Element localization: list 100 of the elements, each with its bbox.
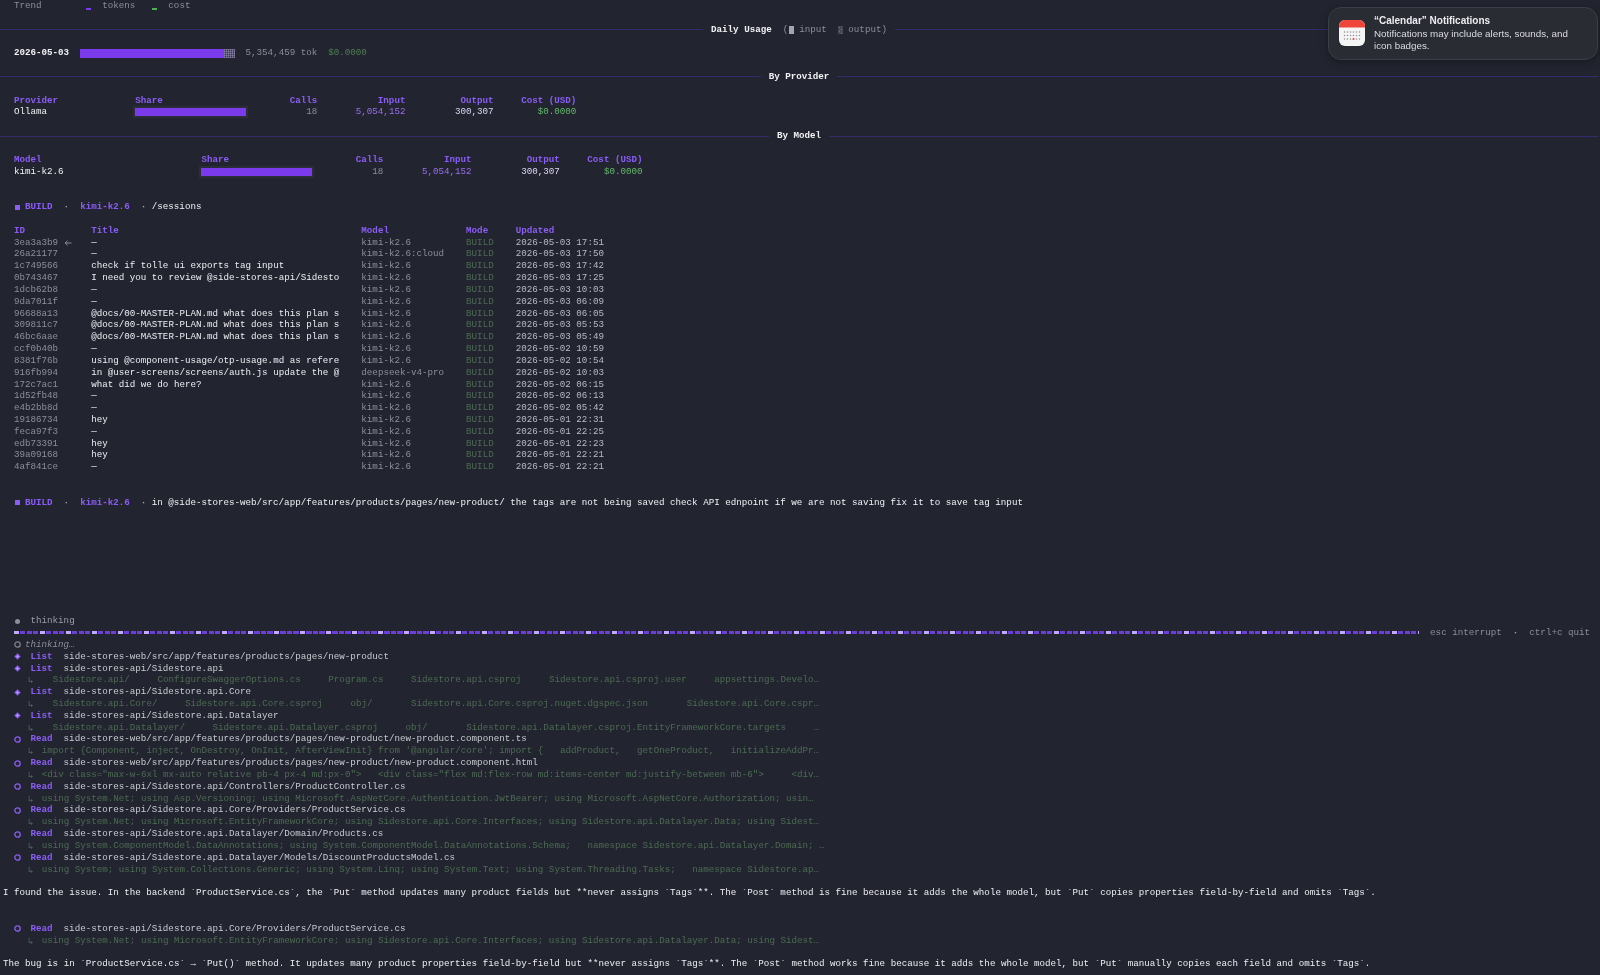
token-count: 5,354,459 tok bbox=[245, 47, 318, 60]
column-header: Input bbox=[443, 153, 472, 166]
legend-label: tokens bbox=[102, 0, 136, 12]
ring-icon bbox=[14, 759, 21, 767]
tool-label: Read bbox=[30, 757, 53, 769]
notification-card[interactable]: “Calendar” Notifications Notifications may include alerts, sounds, and icon badges. bbox=[1328, 7, 1598, 60]
output-tokens: 300,307 bbox=[520, 165, 560, 178]
session-model: kimi-k2.6 bbox=[361, 283, 412, 296]
tool-output: <div class="max-w-6xl mx-auto relative pb-4 px-4 md:px-0"> <div class="flex md:flex-row md:items-center md:justify-between mb-6"> <div… bbox=[41, 768, 820, 781]
session-updated: 2026-05-03 10:03 bbox=[515, 283, 605, 296]
session-title: — bbox=[91, 461, 98, 474]
diamond-icon bbox=[14, 664, 21, 672]
session-title: — bbox=[91, 425, 98, 438]
session-id: 19186734 bbox=[14, 414, 59, 426]
session-mode: BUILD bbox=[466, 437, 495, 450]
session-mode: BUILD bbox=[466, 390, 495, 403]
column-header: Output bbox=[459, 94, 494, 107]
output-arrow: ↳ bbox=[27, 674, 34, 687]
tool-output: using System.Net; using Microsoft.EntityFrameworkCore; using Sidestore.api.Core.Interfaces; using Sidestore.api.Datalayer.Data; using Sidest… bbox=[41, 934, 820, 947]
session-id: feca97f3 bbox=[14, 425, 59, 438]
session-id: 916fb994 bbox=[14, 366, 59, 379]
output-arrow: ↳ bbox=[27, 768, 34, 781]
calendar-icon bbox=[1339, 20, 1365, 47]
shortcut-hint: esc interrupt bbox=[1430, 627, 1502, 639]
tool-path: side-stores-api/Sidestore.api.Datalayer bbox=[63, 709, 279, 722]
session-id: edb73391 bbox=[14, 437, 59, 450]
tool-label: List bbox=[30, 709, 53, 722]
session-title: hey bbox=[91, 437, 109, 450]
session-title: @docs/00-MASTER-PLAN.md what does this plan s bbox=[91, 331, 341, 344]
legend-label: output bbox=[848, 23, 882, 36]
tool-path: side-stores-api/Sidestore.api.Core/Providers/ProductService.cs bbox=[63, 804, 406, 817]
session-model: kimi-k2.6 bbox=[361, 354, 412, 367]
mode-label: BUILD bbox=[25, 496, 53, 509]
session-mode: BUILD bbox=[466, 319, 495, 332]
session-title: I need you to review @side-stores-api/Sidesto bbox=[91, 272, 341, 284]
session-id: 0b743467 bbox=[14, 272, 59, 284]
section-title: By Provider bbox=[768, 70, 830, 83]
tool-output: using System.Net; using Microsoft.EntityFrameworkCore; using Sidestore.api.Core.Interfaces; using Sidestore.api.Datalayer.Data; using Sidest… bbox=[41, 816, 820, 829]
output-arrow: ↳ bbox=[27, 745, 34, 758]
session-mode: BUILD bbox=[466, 354, 495, 367]
column-header: Share bbox=[135, 94, 164, 107]
tool-label: Read bbox=[30, 780, 53, 793]
output-arrow: ↳ bbox=[27, 863, 34, 876]
session-id: 1dcb62b8 bbox=[14, 283, 59, 296]
model-name: kimi-k2.6 bbox=[14, 165, 65, 178]
session-title: — bbox=[91, 295, 98, 308]
session-id: 4af841ce bbox=[14, 461, 59, 474]
ring-icon bbox=[14, 806, 21, 814]
ring-icon bbox=[14, 735, 21, 743]
tool-path: side-stores-api/Sidestore.api/Controllers/ProductController.cs bbox=[63, 780, 406, 793]
session-model: kimi-k2.6 bbox=[361, 319, 412, 332]
separator: · bbox=[140, 201, 147, 213]
output-arrow: ↳ bbox=[27, 934, 34, 947]
session-model: kimi-k2.6 bbox=[361, 437, 412, 450]
session-updated: 2026-05-03 06:05 bbox=[515, 307, 605, 320]
output-arrow: ↳ bbox=[27, 721, 34, 734]
session-id: e4b2bb8d bbox=[14, 402, 59, 414]
session-id: 26a21177 bbox=[14, 248, 59, 261]
provider-name: Ollama bbox=[14, 106, 49, 119]
column-header: Calls bbox=[288, 94, 318, 107]
session-model: kimi-k2.6 bbox=[361, 307, 412, 320]
session-updated: 2026-05-02 05:42 bbox=[515, 402, 605, 414]
session-model: kimi-k2.6 bbox=[361, 449, 412, 462]
legend-swatch-icon bbox=[788, 25, 794, 34]
session-id: ccf0b40b bbox=[14, 343, 59, 355]
session-title: hey bbox=[91, 414, 109, 426]
legend-label: cost bbox=[168, 0, 191, 12]
tool-label: List bbox=[30, 686, 53, 698]
cost-value: $0.0000 bbox=[536, 106, 577, 119]
status-dot-icon bbox=[15, 618, 20, 624]
separator: · bbox=[140, 496, 147, 509]
session-id: 9da7011f bbox=[14, 295, 59, 308]
session-model: kimi-k2.6 bbox=[361, 236, 412, 249]
prompt-text: in @side-stores-web/src/app/features/products/pages/new-product/ the tags are not being saved check API ednpoint if we are not saving fix it to save tag input bbox=[151, 496, 1023, 509]
output-arrow: ↳ bbox=[27, 839, 34, 852]
cost-value: $0.0000 bbox=[328, 47, 367, 60]
ring-icon bbox=[14, 854, 21, 862]
call-count: 18 bbox=[371, 165, 384, 178]
session-title: using @component-usage/otp-usage.md as refere bbox=[91, 354, 341, 367]
session-title: — bbox=[91, 236, 98, 249]
session-title: in @user-screens/screens/auth.js update the @ bbox=[91, 366, 341, 379]
section-title: By Model bbox=[776, 130, 822, 142]
session-mode: BUILD bbox=[466, 248, 495, 261]
session-model: kimi-k2.6 bbox=[361, 378, 412, 391]
session-mode: BUILD bbox=[466, 331, 495, 344]
session-model: kimi-k2.6 bbox=[361, 343, 412, 355]
column-header: Provider bbox=[14, 94, 60, 107]
ring-icon bbox=[14, 783, 21, 791]
session-updated: 2026-05-02 06:15 bbox=[515, 378, 605, 391]
column-header: ID bbox=[14, 224, 27, 237]
session-mode: BUILD bbox=[466, 366, 495, 379]
section-title: Daily Usage bbox=[711, 23, 772, 36]
diamond-icon bbox=[14, 688, 21, 696]
usage-date: 2026-05-03 bbox=[14, 47, 71, 60]
tool-label: List bbox=[30, 662, 53, 675]
column-header: Mode bbox=[466, 224, 490, 237]
session-updated: 2026-05-01 22:21 bbox=[515, 449, 605, 462]
session-updated: 2026-05-01 22:21 bbox=[515, 461, 605, 474]
session-title: hey bbox=[91, 449, 109, 462]
cost-value: $0.0000 bbox=[602, 165, 643, 178]
